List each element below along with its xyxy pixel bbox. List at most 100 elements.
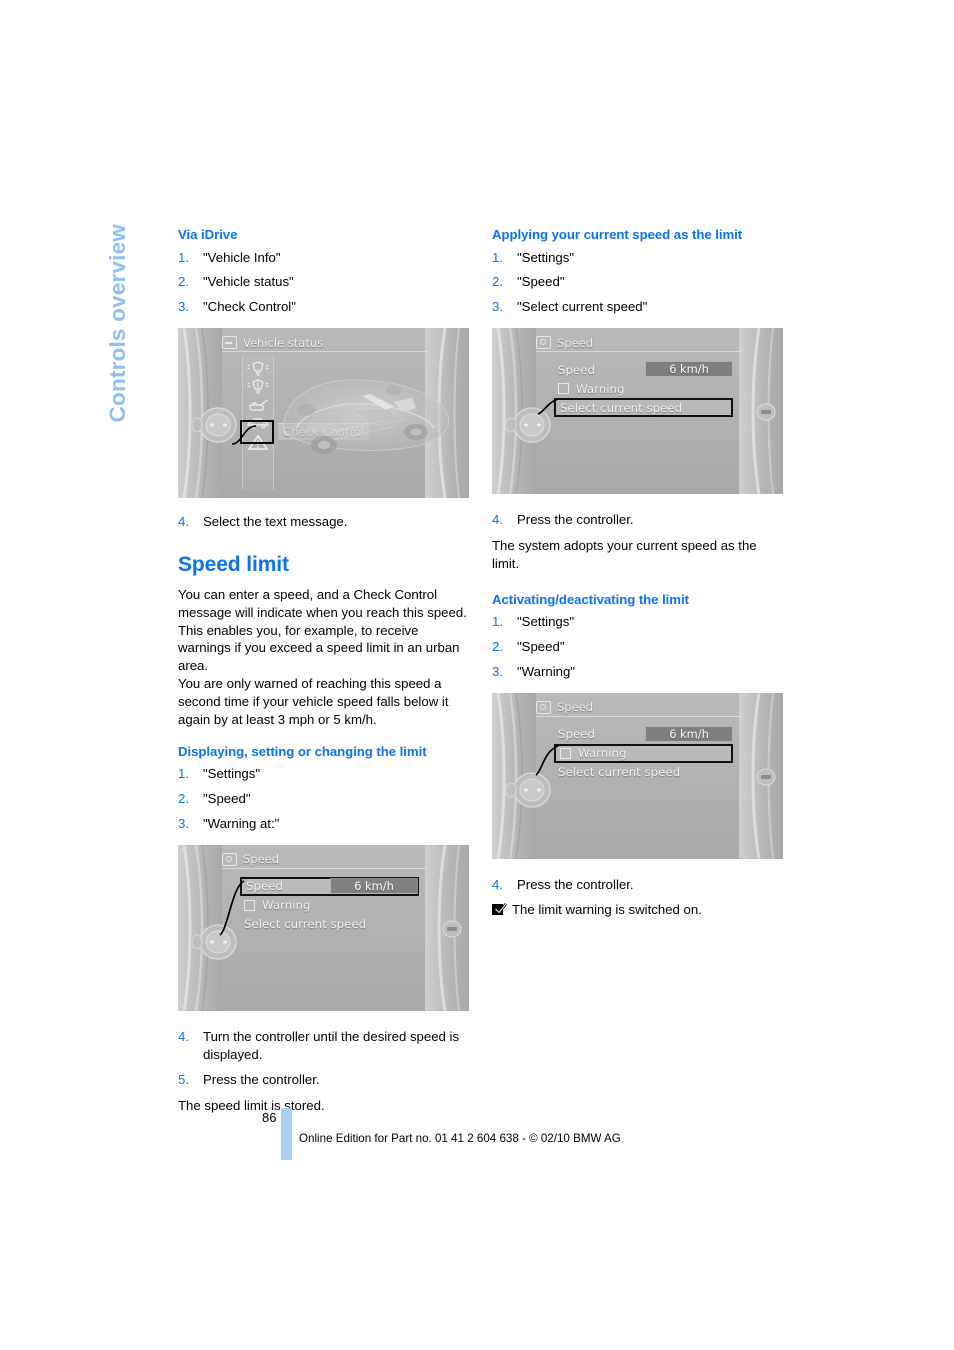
step-number: 1. (178, 249, 189, 265)
controller-knob-illustration (506, 407, 551, 443)
steps-activating-limit-continued: 4. Press the controller. (492, 876, 784, 894)
menu-row-speed[interactable]: Speed 6 km/h (554, 725, 733, 744)
step-text: "Vehicle Info" (203, 249, 281, 265)
step-number: 1. (492, 249, 503, 265)
list-item: 3. "Select current speed" (492, 298, 784, 316)
menu-row-label: Speed (246, 879, 283, 894)
step-number: 3. (178, 816, 189, 832)
step-text: "Warning at:" (203, 816, 280, 832)
step-number: 1. (492, 614, 503, 630)
step-number: 2. (492, 639, 503, 655)
menu-row-select-current-speed[interactable]: Select current speed (554, 763, 733, 782)
steps-activating-limit: 1. "Settings" 2. "Speed" 3. "Warning" (492, 613, 784, 681)
result-text-1: The system adopts your current speed as … (492, 538, 757, 571)
step-number: 4. (492, 876, 503, 892)
list-item: 2. "Speed" (178, 790, 470, 808)
step-number: 4. (178, 1028, 189, 1044)
menu-row-label: Speed (558, 362, 595, 377)
heading-activating-deactivating-limit: Activating/deactivating the limit (492, 591, 689, 607)
checkbox-icon[interactable] (558, 383, 569, 395)
step-text: "Settings" (203, 766, 261, 782)
steps-via-idrive: 1. "Vehicle Info" 2. "Vehicle status" 3.… (178, 249, 470, 317)
heading-displaying-setting-changing-limit: Displaying, setting or changing the limi… (178, 743, 427, 759)
controller-knob-illustration (192, 924, 237, 960)
chapter-tab: Controls overview (96, 224, 140, 504)
controller-knob-illustration (192, 407, 237, 443)
speed-gauge-icon (536, 700, 551, 714)
step-text: "Settings" (517, 614, 575, 630)
list-item: 2. "Speed" (492, 273, 784, 291)
vehicle-chassis-illustration (282, 379, 450, 455)
menu-row-label: Select current speed (244, 917, 367, 932)
steps-displaying-limit: 1. "Settings" 2. "Speed" 3. "Warning at:… (178, 765, 470, 833)
menu-row-warning[interactable]: Warning (240, 896, 419, 915)
menu-button-icon (756, 403, 776, 421)
figure-speed-menu-select-current-speed-selected: Speed Speed 6 km/h Warning Select curren… (492, 328, 783, 495)
menu-row-speed[interactable]: Speed 6 km/h (240, 876, 419, 896)
step-text: "Speed" (517, 274, 565, 290)
step-text: Turn the controller until the desired sp… (203, 1028, 460, 1062)
screen-title: Vehicle status (243, 335, 324, 350)
step-text: Press the controller. (203, 1071, 320, 1087)
speed-menu-rows: Speed 6 km/h Warning Select current spee… (554, 725, 733, 782)
checked-checkbox-icon (492, 902, 507, 917)
intro-paragraph-2: You are only warned of reaching this spe… (178, 676, 449, 727)
menu-row-speed[interactable]: Speed 6 km/h (554, 360, 733, 379)
step-number: 1. (178, 766, 189, 782)
menu-row-warning[interactable]: Warning (554, 743, 733, 763)
screen-icon (222, 336, 237, 350)
controller-knob-illustration (506, 772, 551, 808)
speed-gauge-icon (222, 852, 237, 866)
list-item: 4. Select the text message. (178, 513, 470, 531)
figure-vehicle-status-screen: Vehicle status (178, 328, 469, 499)
list-item: 4. Press the controller. (492, 511, 784, 529)
page-footer: 86 Online Edition for Part no. 01 41 2 6… (0, 1108, 954, 1168)
step-text: "Vehicle status" (203, 274, 294, 290)
list-item: 1. "Settings" (178, 765, 470, 783)
menu-row-label: Speed (558, 727, 595, 742)
step-number: 3. (492, 299, 503, 315)
menu-row-select-current-speed[interactable]: Select current speed (240, 915, 419, 934)
footer-edition-text: Online Edition for Part no. 01 41 2 604 … (299, 1132, 621, 1145)
list-item: 3. "Check Control" (178, 298, 470, 316)
step-text: Press the controller. (517, 876, 634, 892)
step-text: "Select current speed" (517, 299, 648, 315)
checkbox-icon[interactable] (244, 899, 255, 911)
step-text: "Speed" (203, 791, 251, 807)
list-item: 1. "Settings" (492, 613, 784, 631)
step-text: "Warning" (517, 664, 575, 680)
step-number: 2. (178, 274, 189, 290)
screen-title: Speed (557, 700, 594, 715)
step-number: 4. (492, 512, 503, 528)
steps-via-idrive-continued: 4. Select the text message. (178, 513, 470, 531)
list-item: 4. Turn the controller until the desired… (178, 1028, 470, 1064)
menu-row-label: Select current speed (560, 400, 683, 415)
menu-row-warning[interactable]: Warning (554, 379, 733, 398)
note-limit-warning-on: The limit warning is switched on. (492, 901, 784, 919)
step-number: 3. (178, 299, 189, 315)
steps-displaying-limit-continued: 4. Turn the controller until the desired… (178, 1028, 470, 1089)
figure-speed-menu-speed-selected: Speed Speed 6 km/h Warning Select curren… (178, 844, 469, 1011)
list-item: 5. Press the controller. (178, 1071, 470, 1089)
page-marker-bar (281, 1108, 292, 1160)
menu-row-label: Warning (576, 381, 625, 396)
speed-gauge-icon (536, 336, 551, 350)
menu-button-icon (756, 768, 776, 786)
step-text: Select the text message. (203, 514, 348, 530)
steps-applying-current-speed-continued: 4. Press the controller. (492, 511, 784, 529)
chapter-tab-label: Controls overview (104, 224, 130, 423)
list-item: 1. "Settings" (492, 249, 784, 267)
list-item: 4. Press the controller. (492, 876, 784, 894)
list-item: 2. "Vehicle status" (178, 273, 470, 291)
intro-paragraph-1: You can enter a speed, and a Check Contr… (178, 586, 467, 674)
step-number: 2. (492, 274, 503, 290)
menu-row-value: 6 km/h (645, 361, 733, 378)
speed-menu-rows: Speed 6 km/h Warning Select current spee… (240, 876, 419, 934)
menu-row-select-current-speed[interactable]: Select current speed (554, 398, 733, 418)
screen-title: Speed (557, 335, 594, 350)
checkbox-icon[interactable] (560, 747, 571, 759)
step-number: 3. (492, 664, 503, 680)
speed-menu-rows: Speed 6 km/h Warning Select current spee… (554, 360, 733, 418)
menu-row-value: 6 km/h (330, 877, 418, 894)
menu-row-label: Select current speed (558, 765, 681, 780)
